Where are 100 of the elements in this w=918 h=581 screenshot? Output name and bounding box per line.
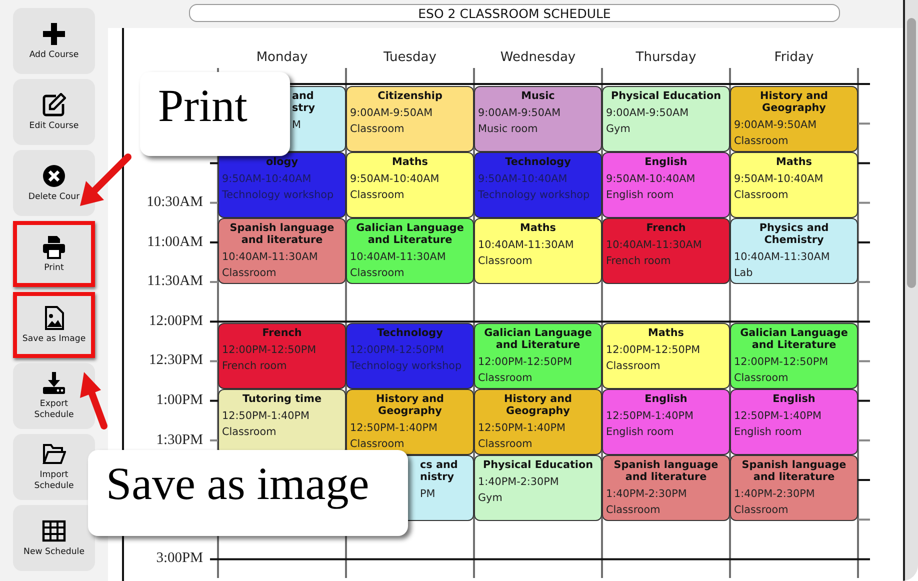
course-title: Physics and Chemistry — [758, 222, 830, 246]
course-room: Classroom — [734, 188, 790, 203]
course-card[interactable]: French 10:40AM-11:30AM French room — [602, 218, 730, 284]
sidebar-button[interactable]: Delete Cour — [13, 150, 95, 216]
course-time: 10:40AM-11:30AM — [350, 250, 447, 265]
time-label: 12:00PM — [148, 312, 204, 331]
course-card[interactable]: Maths 9:50AM-10:40AM Classroom — [346, 152, 474, 218]
course-room: Classroom — [734, 134, 790, 149]
time-label: 11:00AM — [146, 232, 204, 252]
course-title: History and Geography — [375, 393, 445, 417]
scrollbar[interactable] — [903, 0, 918, 581]
course-card[interactable]: Maths 10:40AM-11:30AM Classroom — [474, 218, 602, 284]
course-title: French — [645, 222, 687, 234]
course-time: 9:50AM-10:40AM — [350, 172, 440, 187]
course-time: 12:00PM-12:50PM — [350, 343, 446, 358]
course-title: English — [644, 156, 688, 168]
course-title: Spanish language and literature — [612, 459, 720, 483]
sidebar-button[interactable]: Export Schedule — [13, 363, 95, 429]
close-circle-icon — [42, 164, 66, 188]
course-time: 10:40AM-11:30AM — [478, 238, 575, 253]
course-card[interactable]: History and Geography 12:50PM-1:40PM Classroom — [346, 389, 474, 455]
image-file-icon — [42, 306, 66, 330]
course-card[interactable]: English 12:50PM-1:40PM English room — [602, 389, 730, 455]
course-card[interactable]: Physical Education 9:00AM-9:50AM Gym — [602, 86, 730, 152]
day-header: Monday — [255, 49, 309, 67]
course-room: Gym — [478, 491, 504, 506]
sidebar-button[interactable]: Add Course — [13, 8, 95, 74]
course-time: 12:00PM-12:50PM — [734, 355, 830, 370]
course-room: Classroom — [478, 371, 534, 386]
course-card[interactable]: English 9:50AM-10:40AM English room — [602, 152, 730, 218]
course-card[interactable]: Maths 12:00PM-12:50PM Classroom — [602, 323, 730, 389]
table-icon — [42, 518, 66, 543]
download-icon — [42, 371, 66, 396]
course-time: 12:50PM-1:40PM — [478, 421, 566, 436]
scrollbar-thumb[interactable] — [907, 18, 916, 288]
course-title: History and Geography — [759, 90, 829, 114]
sidebar-button[interactable]: Save as Image — [17, 296, 91, 354]
day-header: Thursday — [634, 49, 698, 67]
sidebar-button[interactable]: Import Schedule — [13, 434, 95, 500]
course-title: Spanish language and literature — [228, 222, 336, 246]
folder-icon — [42, 442, 66, 466]
course-title: English — [644, 393, 688, 405]
arrow — [80, 154, 132, 206]
course-room: English room — [606, 425, 675, 440]
course-time: 12:00PM-12:50PM — [222, 343, 318, 358]
day-header: Wednesday — [499, 49, 577, 67]
time-label: 3:00PM — [155, 549, 204, 568]
course-time: M — [292, 118, 301, 133]
course-title: Citizenship — [376, 90, 444, 102]
course-title: Physical Education — [482, 459, 594, 471]
course-room: French room — [222, 359, 288, 374]
course-card[interactable]: History and Geography 12:50PM-1:40PM Classroom — [474, 389, 602, 455]
course-time: 12:50PM-1:40PM — [606, 409, 694, 424]
course-room: Gym — [606, 122, 632, 137]
course-time: 9:00AM-9:50AM — [734, 118, 818, 133]
course-card[interactable]: Citizenship 9:00AM-9:50AM Classroom — [346, 86, 474, 152]
sidebar-button[interactable]: Print — [17, 225, 91, 283]
course-room: Lab — [734, 266, 754, 281]
course-title: English — [772, 393, 816, 405]
course-room: Technology workshop — [350, 359, 463, 374]
day-header: Tuesday — [382, 49, 438, 67]
course-time: PM — [420, 487, 436, 502]
course-room: Classroom — [350, 437, 406, 452]
course-title: Maths — [647, 327, 685, 339]
course-card[interactable]: Galician Language and Literature 12:00PM-12:50PM Classroom — [730, 323, 858, 389]
course-card[interactable]: Maths 9:50AM-10:40AM Classroom — [730, 152, 858, 218]
course-room: Classroom — [222, 425, 278, 440]
course-card[interactable]: Galician Language and Literature 12:00PM-12:50PM Classroom — [474, 323, 602, 389]
course-card[interactable]: Physics and Chemistry 10:40AM-11:30AM Lab — [730, 218, 858, 284]
course-card[interactable]: Music 9:00AM-9:50AM Music room — [474, 86, 602, 152]
course-title: History and Geography — [503, 393, 573, 417]
course-time: 9:50AM-10:40AM — [222, 172, 312, 187]
course-card[interactable]: Galician Language and Literature 10:40AM-11:30AM Classroom — [346, 218, 474, 284]
time-label: 12:30PM — [148, 351, 204, 370]
course-room: Classroom — [734, 503, 790, 518]
course-card[interactable]: Spanish language and literature 1:40PM-2:30PM Classroom — [602, 455, 730, 521]
sidebar-button[interactable]: Edit Course — [13, 79, 95, 145]
course-card[interactable]: History and Geography 9:00AM-9:50AM Classroom — [730, 86, 858, 152]
course-title: Maths — [519, 222, 557, 234]
course-time: 1:40PM-2:30PM — [478, 475, 560, 490]
course-room: Classroom — [350, 188, 406, 203]
course-title: Tutoring time — [242, 393, 322, 405]
course-card[interactable]: Spanish language and literature 10:40AM-11:30AM Classroom — [218, 218, 346, 284]
course-title: cs and nistry — [420, 459, 458, 483]
course-card[interactable]: Spanish language and literature 1:40PM-2:30PM Classroom — [730, 455, 858, 521]
course-card[interactable]: English 12:50PM-1:40PM English room — [730, 389, 858, 455]
course-card[interactable]: French 12:00PM-12:50PM French room — [218, 323, 346, 389]
course-time: 9:50AM-10:40AM — [606, 172, 696, 187]
time-label: 1:00PM — [155, 390, 204, 410]
course-room: English room — [606, 188, 675, 203]
sidebar-button[interactable]: New Schedule — [13, 505, 95, 571]
course-room: Classroom — [350, 122, 406, 137]
course-card[interactable]: Physical Education 1:40PM-2:30PM Gym — [474, 455, 602, 521]
course-room: Technology workshop — [478, 188, 591, 203]
course-time: 9:00AM-9:50AM — [606, 106, 690, 121]
course-title: Galician Language and Literature — [483, 327, 593, 351]
course-title: Physical Education — [610, 90, 722, 102]
course-time: 1:40PM-2:30PM — [606, 487, 688, 502]
course-time: 1:40PM-2:30PM — [734, 487, 816, 502]
course-room: Classroom — [606, 503, 662, 518]
